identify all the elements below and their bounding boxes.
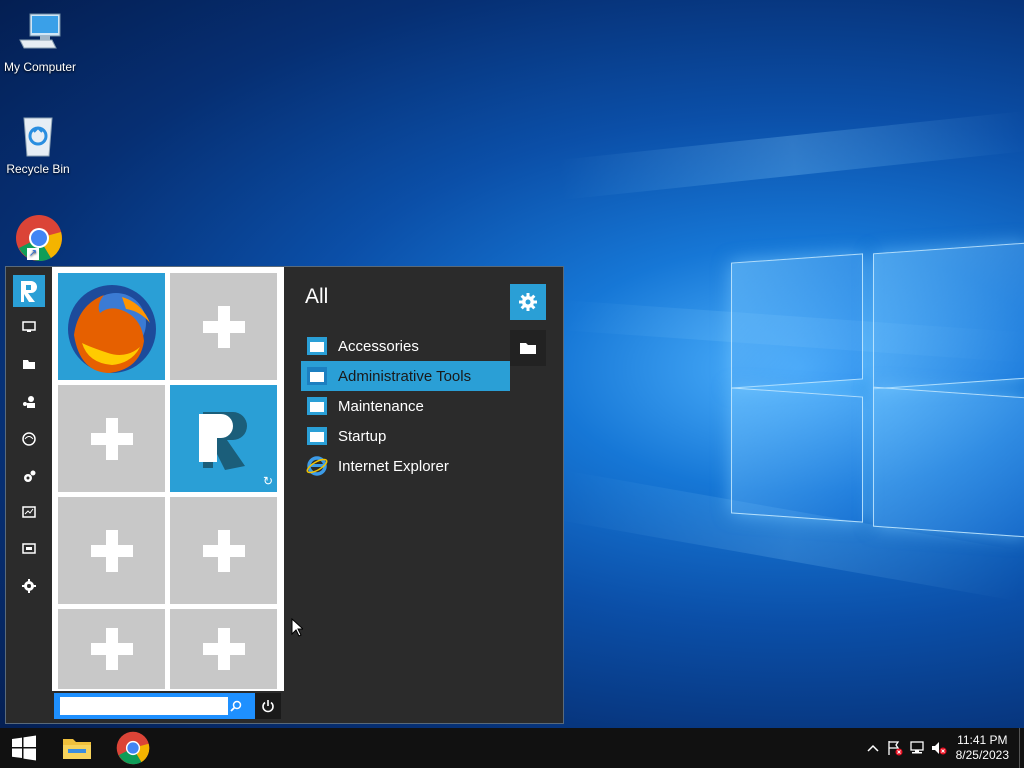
file-explorer-icon <box>63 739 91 759</box>
list-item-label: Accessories <box>338 337 419 355</box>
rail-display-icon[interactable] <box>13 534 45 564</box>
folder-icon <box>307 397 327 415</box>
taskbar-file-explorer[interactable] <box>53 728 101 768</box>
plus-icon <box>90 529 133 572</box>
tile-add[interactable] <box>170 497 277 604</box>
pinned-tiles: ↻ <box>52 267 284 691</box>
start-menu-rail <box>6 267 52 723</box>
list-item-startup[interactable]: Startup <box>301 421 510 451</box>
tile-add[interactable] <box>170 273 277 380</box>
system-tray: 11:41 PM 8/25/2023 <box>862 728 1024 768</box>
list-item-maintenance[interactable]: Maintenance <box>301 391 510 421</box>
clock-date: 8/25/2023 <box>955 748 1009 762</box>
computer-icon <box>16 10 64 58</box>
mouse-cursor-icon <box>291 618 303 637</box>
list-item-label: Maintenance <box>338 397 424 415</box>
list-item-accessories[interactable]: Accessories <box>301 331 510 361</box>
desktop-icon-my-computer[interactable]: My Computer <box>0 10 80 74</box>
power-button[interactable] <box>255 693 281 719</box>
windows-logo-icon <box>12 735 36 761</box>
rail-globe-icon[interactable] <box>13 424 45 454</box>
gear-icon <box>519 293 537 311</box>
folder-icon <box>307 427 327 445</box>
clock-time: 11:41 PM <box>957 733 1008 747</box>
rail-chart-icon[interactable] <box>13 497 45 527</box>
network-icon[interactable] <box>906 737 928 759</box>
desktop-icon-recycle-bin[interactable]: Recycle Bin <box>0 112 78 176</box>
app-logo-icon[interactable] <box>13 275 45 307</box>
taskbar-clock[interactable]: 11:41 PM 8/25/2023 <box>956 733 1009 763</box>
search-bar <box>54 693 281 719</box>
rail-monitor-icon[interactable] <box>13 312 45 342</box>
list-item-label: Internet Explorer <box>338 457 449 475</box>
folder-icon <box>307 337 327 355</box>
plus-icon <box>90 628 133 670</box>
list-item-internet-explorer[interactable]: Internet Explorer <box>301 451 510 481</box>
rail-folder-icon[interactable] <box>13 349 45 379</box>
program-list-panel: All Accessories Administrative Tools Mai… <box>284 267 563 723</box>
flag-alert-icon[interactable] <box>884 737 906 759</box>
rail-gear-icon[interactable] <box>13 571 45 601</box>
power-icon <box>262 700 274 713</box>
chrome-icon <box>116 731 150 765</box>
firefox-icon <box>67 284 156 373</box>
desktop-icon-label: My Computer <box>3 60 77 74</box>
loading-icon: ↻ <box>262 474 273 488</box>
desktop-icon-label: Recycle Bin <box>6 162 70 176</box>
r-app-icon <box>198 411 247 470</box>
tile-r-app[interactable]: ↻ <box>170 385 277 492</box>
chrome-icon: ↗ <box>15 214 63 262</box>
search-icon[interactable] <box>226 696 246 716</box>
ie-icon <box>306 456 328 476</box>
desktop-icon-chrome[interactable]: ↗ <box>0 214 79 264</box>
tile-firefox[interactable] <box>58 273 165 380</box>
plus-icon <box>202 628 245 670</box>
settings-button[interactable] <box>510 284 546 320</box>
tile-add[interactable] <box>170 609 277 689</box>
start-menu: ↻ All Accessories Administrative Tools M… <box>5 266 564 724</box>
volume-muted-icon[interactable] <box>928 737 950 759</box>
tile-add[interactable] <box>58 385 165 492</box>
plus-icon <box>202 529 245 572</box>
folder-icon <box>520 343 536 354</box>
start-button[interactable] <box>0 728 48 768</box>
rail-settings-icon[interactable] <box>13 462 45 492</box>
chevron-up-icon[interactable] <box>862 737 884 759</box>
rail-user-icon[interactable] <box>13 387 45 417</box>
taskbar-chrome[interactable] <box>109 728 157 768</box>
folder-icon <box>307 367 327 385</box>
list-item-label: Startup <box>338 427 387 445</box>
list-title: All <box>305 285 329 308</box>
open-folder-button[interactable] <box>510 330 546 366</box>
tile-add[interactable] <box>58 609 165 689</box>
search-input[interactable] <box>60 697 228 715</box>
recycle-bin-icon <box>14 112 62 160</box>
shortcut-arrow-icon: ↗ <box>27 248 39 260</box>
plus-icon <box>90 417 133 460</box>
list-item-administrative-tools[interactable]: Administrative Tools <box>301 361 510 391</box>
plus-icon <box>202 305 245 348</box>
list-item-label: Administrative Tools <box>338 367 472 385</box>
tile-add[interactable] <box>58 497 165 604</box>
show-desktop-button[interactable] <box>1019 728 1024 768</box>
taskbar: 11:41 PM 8/25/2023 <box>0 728 1024 768</box>
